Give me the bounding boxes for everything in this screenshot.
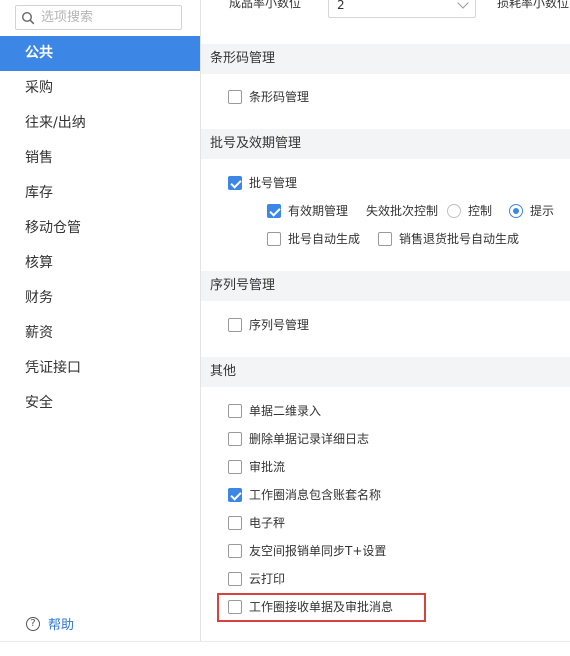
help-circle-icon: ? xyxy=(26,616,40,631)
approval-flow-label: 审批流 xyxy=(249,460,286,474)
delete-log-checkbox[interactable] xyxy=(228,431,242,446)
bottom-divider xyxy=(0,641,570,656)
return-batch-auto-gen-label: 销售退货批号自动生成 xyxy=(399,232,520,246)
decimal-settings-row: 成品率小数位 2 损耗率小数位 xyxy=(201,0,570,28)
yield-decimal-select[interactable]: 2 xyxy=(328,0,476,18)
search-input[interactable] xyxy=(41,10,171,25)
option-approval-flow[interactable]: 审批流 xyxy=(228,458,285,475)
highlight-box xyxy=(217,593,426,622)
expiry-mgmt-checkbox[interactable] xyxy=(267,203,281,218)
barcode-mgmt-label: 条形码管理 xyxy=(249,90,310,104)
2d-entry-checkbox[interactable] xyxy=(228,403,242,418)
serial-mgmt-checkbox[interactable] xyxy=(228,317,242,332)
sidebar-item-public[interactable]: 公共 xyxy=(0,36,200,71)
batch-auto-gen-checkbox[interactable] xyxy=(267,231,281,246)
radio-control-label: 控制 xyxy=(468,204,493,218)
option-youspace-expense-sync[interactable]: 友空间报销单同步T+设置 xyxy=(228,542,386,559)
chevron-down-icon xyxy=(457,0,469,9)
option-barcode-mgmt[interactable]: 条形码管理 xyxy=(228,88,309,105)
youspace-expense-sync-label: 友空间报销单同步T+设置 xyxy=(249,544,387,558)
sidebar-nav: 公共 采购 往来/出纳 销售 库存 移动仓管 核算 财务 薪资 凭证接口 安全 xyxy=(0,36,200,421)
sidebar-item-mobile-warehouse[interactable]: 移动仓管 xyxy=(0,211,200,246)
option-cloud-print[interactable]: 云打印 xyxy=(228,570,285,587)
sidebar-item-sales[interactable]: 销售 xyxy=(0,141,200,176)
sidebar-item-accounts-cashier[interactable]: 往来/出纳 xyxy=(0,106,200,141)
yield-decimal-label: 成品率小数位 xyxy=(229,0,302,10)
option-batch-mgmt[interactable]: 批号管理 xyxy=(228,174,297,191)
expiry-mgmt-label: 有效期管理 xyxy=(288,204,349,218)
option-electronic-scale[interactable]: 电子秤 xyxy=(228,514,285,531)
radio-control[interactable] xyxy=(447,203,462,218)
loss-decimal-label: 损耗率小数位 xyxy=(497,0,570,10)
search-icon xyxy=(21,11,35,24)
search-box[interactable] xyxy=(15,5,182,30)
help-link[interactable]: ? 帮助 xyxy=(26,614,74,633)
electronic-scale-checkbox[interactable] xyxy=(228,515,242,530)
approval-flow-checkbox[interactable] xyxy=(228,459,242,474)
radio-prompt[interactable] xyxy=(509,203,524,218)
help-label: 帮助 xyxy=(48,618,75,633)
sidebar-item-inventory[interactable]: 库存 xyxy=(0,176,200,211)
sidebar-item-voucher-interface[interactable]: 凭证接口 xyxy=(0,351,200,386)
electronic-scale-label: 电子秤 xyxy=(249,516,286,530)
radio-prompt-label: 提示 xyxy=(530,204,555,218)
workcircle-account-name-label: 工作圈消息包含账套名称 xyxy=(249,488,382,502)
section-barcode-header: 条形码管理 xyxy=(201,44,570,74)
sidebar-item-security[interactable]: 安全 xyxy=(0,386,200,421)
yield-decimal-value: 2 xyxy=(337,0,345,12)
sidebar: 公共 采购 往来/出纳 销售 库存 移动仓管 核算 财务 薪资 凭证接口 安全 … xyxy=(0,0,201,656)
section-batch-header: 批号及效期管理 xyxy=(201,129,570,159)
workcircle-account-name-checkbox[interactable] xyxy=(228,487,242,502)
batch-mgmt-checkbox[interactable] xyxy=(228,175,242,190)
delete-log-label: 删除单据记录详细日志 xyxy=(249,432,370,446)
expired-batch-control-label: 失效批次控制 xyxy=(366,204,439,218)
barcode-mgmt-checkbox[interactable] xyxy=(228,89,242,104)
app-window: 公共 采购 往来/出纳 销售 库存 移动仓管 核算 财务 薪资 凭证接口 安全 … xyxy=(0,0,570,656)
cloud-print-label: 云打印 xyxy=(249,572,286,586)
option-serial-mgmt[interactable]: 序列号管理 xyxy=(228,316,309,333)
section-serial-header: 序列号管理 xyxy=(201,271,570,301)
return-batch-auto-gen-checkbox[interactable] xyxy=(378,231,393,246)
option-delete-log[interactable]: 删除单据记录详细日志 xyxy=(228,430,369,447)
batch-mgmt-label: 批号管理 xyxy=(249,176,298,190)
sidebar-item-costing[interactable]: 核算 xyxy=(0,246,200,281)
2d-entry-label: 单据二维录入 xyxy=(249,404,322,418)
batch-auto-gen-label: 批号自动生成 xyxy=(288,232,361,246)
section-other-header: 其他 xyxy=(201,357,570,387)
cloud-print-checkbox[interactable] xyxy=(228,571,242,586)
settings-panel: 成品率小数位 2 损耗率小数位 条形码管理 条形码管理 批号及效期管理 批号管理… xyxy=(201,0,570,656)
youspace-expense-sync-checkbox[interactable] xyxy=(228,543,242,558)
sidebar-item-purchase[interactable]: 采购 xyxy=(0,71,200,106)
auto-gen-row: 批号自动生成 销售退货批号自动生成 xyxy=(267,230,519,247)
option-workcircle-account-name[interactable]: 工作圈消息包含账套名称 xyxy=(228,486,381,503)
option-2d-entry[interactable]: 单据二维录入 xyxy=(228,402,321,419)
sidebar-item-payroll[interactable]: 薪资 xyxy=(0,316,200,351)
sidebar-item-finance[interactable]: 财务 xyxy=(0,281,200,316)
expiry-row: 有效期管理 失效批次控制 控制 提示 xyxy=(267,202,554,219)
serial-mgmt-label: 序列号管理 xyxy=(249,318,310,332)
